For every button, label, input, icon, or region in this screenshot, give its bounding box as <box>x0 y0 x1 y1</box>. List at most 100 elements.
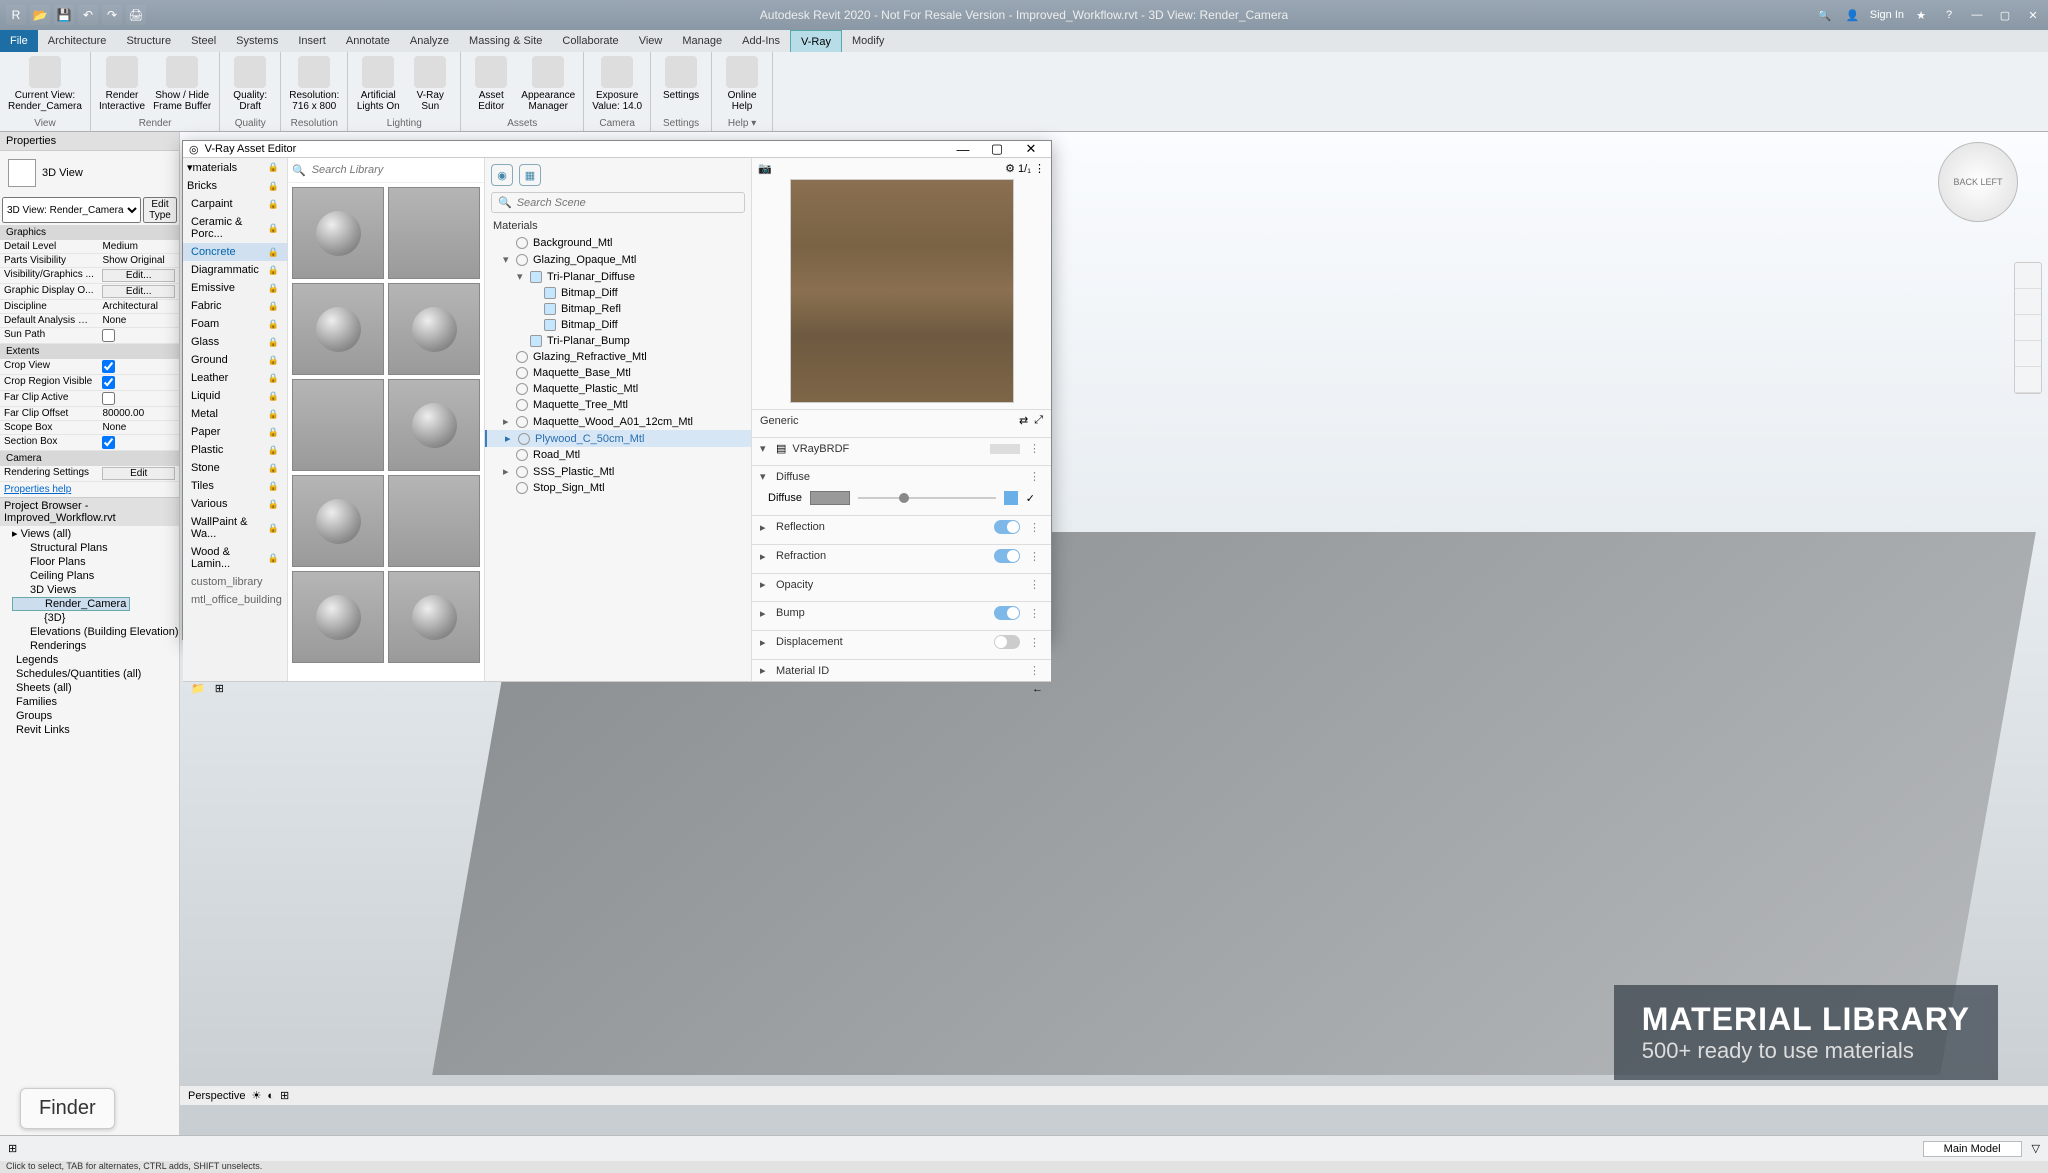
scene-material-item[interactable]: ▸Maquette_Wood_A01_12cm_Mtl <box>485 413 751 430</box>
properties-section-header[interactable]: Extents <box>0 344 179 359</box>
property-value[interactable]: None <box>98 421 179 434</box>
open-icon[interactable]: 📂 <box>30 5 50 25</box>
toggle-switch[interactable] <box>994 635 1020 649</box>
custom-library[interactable]: custom_library <box>183 573 287 591</box>
browser-item[interactable]: Groups <box>12 709 179 723</box>
library-category[interactable]: Plastic🔒 <box>183 441 287 459</box>
signin-label[interactable]: Sign In <box>1870 4 1904 26</box>
browser-item[interactable]: 3D Views <box>12 583 179 597</box>
library-category[interactable]: Diagrammatic🔒 <box>183 261 287 279</box>
ribbon-tab-insert[interactable]: Insert <box>288 30 336 52</box>
material-section-material-id[interactable]: ▸Material ID⋮ <box>752 659 1051 681</box>
browser-root[interactable]: ▸ Views (all) <box>12 526 179 541</box>
minimize-button[interactable]: — <box>1966 4 1988 26</box>
ribbon-button[interactable]: Current View: Render_Camera <box>6 54 84 118</box>
expand-icon[interactable]: ▸ <box>505 432 513 445</box>
slider[interactable] <box>858 497 996 499</box>
folder-icon[interactable]: 📁 <box>191 682 205 695</box>
browser-item[interactable]: {3D} <box>12 611 179 625</box>
library-category[interactable]: Ground🔒 <box>183 351 287 369</box>
view-instance-selector[interactable]: 3D View: Render_Camera <box>2 197 141 223</box>
vc-icon[interactable]: ⊞ <box>280 1089 289 1102</box>
library-category[interactable]: Concrete🔒 <box>183 243 287 261</box>
undo-icon[interactable]: ↶ <box>78 5 98 25</box>
menu-icon[interactable]: ⋮ <box>1026 664 1043 677</box>
asset-editor-titlebar[interactable]: ◎ V-Ray Asset Editor — ▢ ✕ <box>183 141 1051 158</box>
material-thumbnail[interactable] <box>292 475 384 567</box>
material-section-diffuse[interactable]: ▾Diffuse⋮ <box>752 465 1051 487</box>
library-category[interactable]: Liquid🔒 <box>183 387 287 405</box>
main-model-label[interactable]: Main Model <box>1923 1141 2022 1157</box>
material-section-reflection[interactable]: ▸Reflection⋮ <box>752 515 1051 538</box>
material-thumbnail[interactable] <box>292 187 384 279</box>
maximize-button[interactable]: ▢ <box>983 141 1011 157</box>
ribbon-tab-analyze[interactable]: Analyze <box>400 30 459 52</box>
view-control-bar[interactable]: Perspective ☀ ◐ ⊞ <box>180 1085 2048 1105</box>
property-value[interactable] <box>98 359 179 374</box>
preview-settings-icon[interactable]: ⚙ <box>1005 163 1015 175</box>
navigation-bar[interactable] <box>2014 262 2042 394</box>
scene-material-item[interactable]: ▾Tri-Planar_Diffuse <box>485 268 751 285</box>
property-value[interactable]: Show Original <box>98 254 179 267</box>
material-thumbnail[interactable] <box>388 475 480 567</box>
menu-icon[interactable]: ⋮ <box>1026 550 1043 563</box>
material-section-opacity[interactable]: ▸Opacity⋮ <box>752 573 1051 595</box>
import-icon[interactable]: ⊞ <box>215 682 224 695</box>
browser-item[interactable]: Renderings <box>12 639 179 653</box>
scene-material-item[interactable]: Road_Mtl <box>485 447 751 463</box>
scene-material-item[interactable]: Maquette_Base_Mtl <box>485 365 751 381</box>
scene-material-item[interactable]: Bitmap_Refl <box>485 301 751 317</box>
ribbon-button[interactable]: Settings <box>657 54 705 118</box>
vc-icon[interactable]: ◐ <box>267 1090 274 1102</box>
scene-material-item[interactable]: Stop_Sign_Mtl <box>485 480 751 496</box>
save-icon[interactable]: 💾 <box>54 5 74 25</box>
expand-icon[interactable]: ▸ <box>503 415 511 428</box>
material-thumbnail[interactable] <box>388 187 480 279</box>
browser-item[interactable]: Families <box>12 695 179 709</box>
properties-section-header[interactable]: Graphics <box>0 225 179 240</box>
materials-mode-icon[interactable]: ◉ <box>491 164 513 186</box>
favorites-icon[interactable]: ★ <box>1910 4 1932 26</box>
ribbon-button[interactable]: Show / Hide Frame Buffer <box>151 54 213 118</box>
ribbon-tab-modify[interactable]: Modify <box>842 30 894 52</box>
library-category[interactable]: Metal🔒 <box>183 405 287 423</box>
browser-item[interactable]: Schedules/Quantities (all) <box>12 667 179 681</box>
worksets-icon[interactable]: ⊞ <box>8 1142 17 1155</box>
library-category[interactable]: Leather🔒 <box>183 369 287 387</box>
browser-item[interactable]: Sheets (all) <box>12 681 179 695</box>
library-category[interactable]: Paper🔒 <box>183 423 287 441</box>
browser-item[interactable]: Ceiling Plans <box>12 569 179 583</box>
preview-scale-icon[interactable]: 1/₁ <box>1018 163 1031 175</box>
library-category[interactable]: Wood & Lamin...🔒 <box>183 543 287 573</box>
material-thumbnail[interactable] <box>292 283 384 375</box>
ribbon-tab-file[interactable]: File <box>0 30 38 52</box>
minimize-button[interactable]: — <box>949 142 977 157</box>
material-thumbnail[interactable] <box>292 379 384 471</box>
scene-material-item[interactable]: ▸SSS_Plastic_Mtl <box>485 463 751 480</box>
scene-material-item[interactable]: ▾Glazing_Opaque_Mtl <box>485 251 751 268</box>
browser-item[interactable]: Revit Links <box>12 723 179 737</box>
category-header[interactable]: ▾materials🔒 <box>183 158 287 177</box>
menu-icon[interactable]: ⋮ <box>1026 607 1043 620</box>
library-category[interactable]: Carpaint🔒 <box>183 195 287 213</box>
expand-icon[interactable]: ▾ <box>503 253 511 266</box>
browser-item[interactable]: Structural Plans <box>12 541 179 555</box>
property-value[interactable]: Edit <box>98 466 179 481</box>
edit-type-button[interactable]: Edit Type <box>143 197 177 223</box>
scene-material-item[interactable]: Maquette_Plastic_Mtl <box>485 381 751 397</box>
library-search-input[interactable] <box>310 162 480 178</box>
material-thumbnail[interactable] <box>388 379 480 471</box>
scene-material-item[interactable]: Bitmap_Diff <box>485 285 751 301</box>
material-thumbnail[interactable] <box>388 571 480 663</box>
property-value[interactable] <box>98 328 179 343</box>
property-value[interactable]: 80000.00 <box>98 407 179 420</box>
material-thumbnail[interactable] <box>292 571 384 663</box>
material-section-bump[interactable]: ▸Bump⋮ <box>752 601 1051 624</box>
ribbon-button[interactable]: Online Help <box>718 54 766 118</box>
property-value[interactable] <box>98 435 179 450</box>
material-section-refraction[interactable]: ▸Refraction⋮ <box>752 544 1051 567</box>
print-icon[interactable]: 🖨 <box>126 5 146 25</box>
ribbon-tab-annotate[interactable]: Annotate <box>336 30 400 52</box>
selection-mode-icon[interactable]: ▦ <box>519 164 541 186</box>
property-value[interactable]: Medium <box>98 240 179 253</box>
